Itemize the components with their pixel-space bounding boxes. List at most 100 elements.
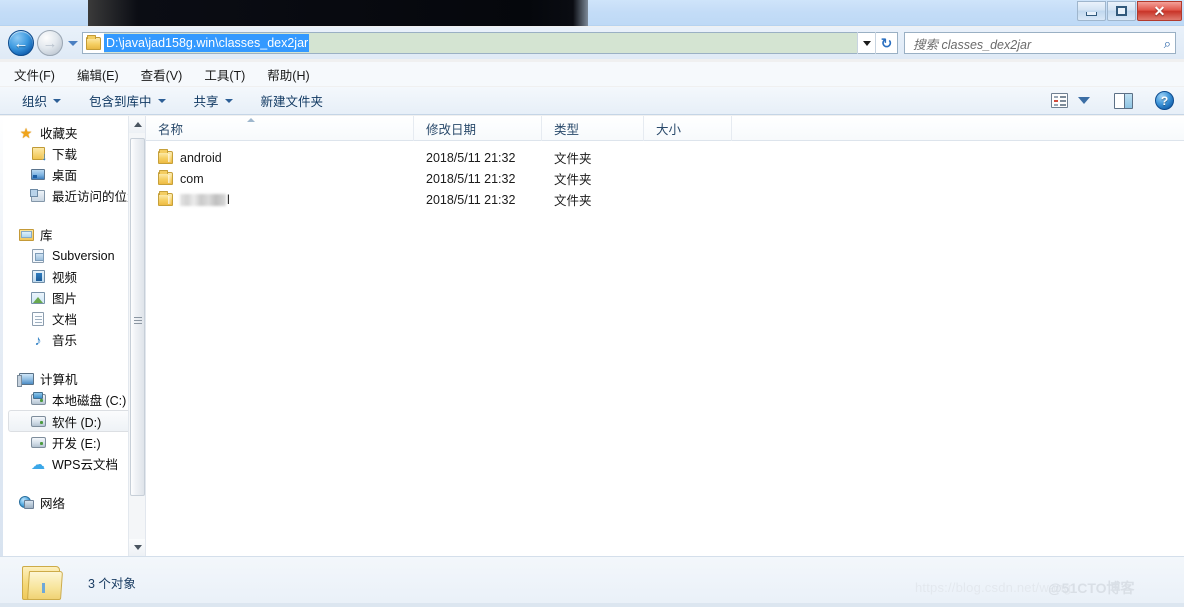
minimize-icon: [1086, 11, 1097, 16]
history-dropdown-icon[interactable]: [68, 40, 78, 46]
sidebar-item-drive-e[interactable]: 开发 (E:): [0, 432, 145, 453]
cell-modified: 2018/5/11 21:32: [426, 150, 516, 165]
sidebar-item-subversion[interactable]: Subversion: [0, 245, 145, 266]
table-row[interactable]: l 2018/5/11 21:32 文件夹: [146, 189, 1184, 210]
table-row[interactable]: android 2018/5/11 21:32 文件夹: [146, 147, 1184, 168]
sidebar-item-local-disk-c[interactable]: 本地磁盘 (C:): [0, 389, 145, 410]
back-arrow-icon: ←: [13, 34, 29, 52]
sidebar-item-label: 下载: [52, 148, 78, 162]
sidebar-item-downloads[interactable]: 下载: [0, 143, 145, 164]
sidebar-item-label: 图片: [52, 292, 78, 306]
column-header-modified[interactable]: 修改日期: [414, 115, 542, 141]
item-count-label: 3 个对象: [88, 576, 136, 591]
downloads-icon: [31, 147, 45, 160]
search-icon: ⌕: [1163, 35, 1171, 51]
include-in-library-button[interactable]: 包含到库中: [89, 91, 166, 110]
sidebar-item-label: Subversion: [52, 248, 115, 263]
sidebar-item-drive-d[interactable]: 软件 (D:): [8, 410, 143, 432]
menu-item-file[interactable]: 文件(F): [14, 65, 55, 84]
menu-item-tools[interactable]: 工具(T): [204, 65, 245, 84]
address-dropdown-button[interactable]: [857, 32, 875, 54]
chevron-up-icon: [133, 122, 142, 127]
menu-item-edit[interactable]: 编辑(E): [77, 65, 119, 84]
bottom-edge: [0, 603, 1184, 607]
forward-button[interactable]: →: [37, 30, 63, 56]
redacted-name-overlay: [180, 193, 226, 206]
scroll-down-button[interactable]: [129, 539, 145, 556]
address-bar[interactable]: D:\java\jad158g.win\classes_dex2jar ↻: [82, 32, 898, 54]
sidebar-header-libraries[interactable]: 库: [0, 224, 145, 245]
menu-item-view[interactable]: 查看(V): [141, 65, 183, 84]
column-header-name[interactable]: 名称: [146, 115, 414, 141]
subversion-icon: [32, 248, 44, 263]
forward-arrow-icon: →: [42, 34, 58, 52]
computer-group: 计算机 本地磁盘 (C:) 软件 (D:) 开发 (E:) ☁ WPS云文档: [0, 368, 145, 474]
favorites-label: 收藏夹: [40, 127, 78, 141]
sidebar-header-favorites[interactable]: ★ 收藏夹: [0, 122, 145, 143]
sidebar-item-label: 最近访问的位置: [52, 190, 140, 204]
recent-places-icon: [30, 188, 45, 202]
network-group: 网络: [0, 492, 145, 513]
scrollbar-thumb[interactable]: [130, 138, 145, 496]
help-icon[interactable]: ?: [1155, 91, 1174, 110]
libraries-group: 库 Subversion 视频 图片 文档 ♪ 音乐: [0, 224, 145, 350]
scroll-up-button[interactable]: [129, 116, 145, 133]
cell-size: [644, 189, 732, 210]
back-button[interactable]: ←: [8, 30, 34, 56]
cell-type: 文件夹: [554, 173, 592, 187]
search-input[interactable]: 搜索 classes_dex2jar: [913, 34, 1031, 53]
cell-modified: 2018/5/11 21:32: [426, 171, 516, 186]
sidebar-item-pictures[interactable]: 图片: [0, 287, 145, 308]
main-area: ★ 收藏夹 下载 桌面 最近访问的位置: [0, 115, 1184, 556]
computer-label: 计算机: [40, 373, 78, 387]
libraries-label: 库: [40, 229, 53, 243]
sidebar-item-label: 音乐: [52, 334, 78, 348]
sidebar-item-wps-cloud[interactable]: ☁ WPS云文档: [0, 453, 145, 474]
computer-icon: [16, 372, 34, 387]
sidebar-item-desktop[interactable]: 桌面: [0, 164, 145, 185]
minimize-button[interactable]: [1077, 1, 1106, 21]
address-input[interactable]: D:\java\jad158g.win\classes_dex2jar: [104, 33, 857, 53]
desktop-icon: [31, 169, 45, 180]
restore-button[interactable]: [1107, 1, 1136, 21]
refresh-icon: ↻: [880, 35, 893, 51]
change-view-icon[interactable]: [1051, 93, 1068, 108]
close-button[interactable]: ✕: [1137, 1, 1182, 21]
local-disk-icon: [30, 392, 46, 405]
column-header-size[interactable]: 大小: [644, 115, 732, 141]
chevron-down-icon[interactable]: [1078, 97, 1090, 104]
share-label: 共享: [193, 95, 219, 109]
status-folder-icon: [22, 563, 66, 601]
sidebar-item-documents[interactable]: 文档: [0, 308, 145, 329]
video-icon: [31, 270, 45, 283]
folder-tab-shape: [42, 583, 45, 593]
sidebar-item-label: 文档: [52, 313, 78, 327]
menu-item-help[interactable]: 帮助(H): [267, 65, 309, 84]
chevron-down-icon: [53, 98, 62, 103]
preview-pane-icon[interactable]: [1114, 92, 1133, 109]
network-label: 网络: [40, 497, 66, 511]
new-folder-button[interactable]: 新建文件夹: [261, 91, 324, 110]
column-header-type[interactable]: 类型: [542, 115, 644, 141]
cloud-icon: ☁: [31, 455, 45, 472]
sidebar-header-network[interactable]: 网络: [0, 492, 145, 513]
address-bar-row: ← → D:\java\jad158g.win\classes_dex2jar …: [0, 27, 1184, 59]
cell-type: 文件夹: [554, 152, 592, 166]
column-label: 类型: [554, 122, 580, 137]
search-box[interactable]: 搜索 classes_dex2jar ⌕: [904, 32, 1176, 54]
refresh-button[interactable]: ↻: [875, 32, 897, 54]
command-toolbar: 组织 包含到库中 共享 新建文件夹 ?: [0, 87, 1184, 115]
file-name: com: [180, 171, 204, 186]
pictures-icon: [31, 291, 45, 304]
sidebar-item-videos[interactable]: 视频: [0, 266, 145, 287]
sidebar-item-music[interactable]: ♪ 音乐: [0, 329, 145, 350]
sidebar-header-computer[interactable]: 计算机: [0, 368, 145, 389]
sidebar-item-recent-places[interactable]: 最近访问的位置: [0, 185, 145, 206]
new-folder-label: 新建文件夹: [260, 95, 324, 109]
navigation-scrollbar[interactable]: [128, 116, 145, 556]
table-row[interactable]: com 2018/5/11 21:32 文件夹: [146, 168, 1184, 189]
sidebar-item-label: 桌面: [52, 169, 78, 183]
share-button[interactable]: 共享: [194, 91, 233, 110]
chevron-down-icon: [133, 545, 142, 550]
organize-button[interactable]: 组织: [22, 91, 62, 110]
